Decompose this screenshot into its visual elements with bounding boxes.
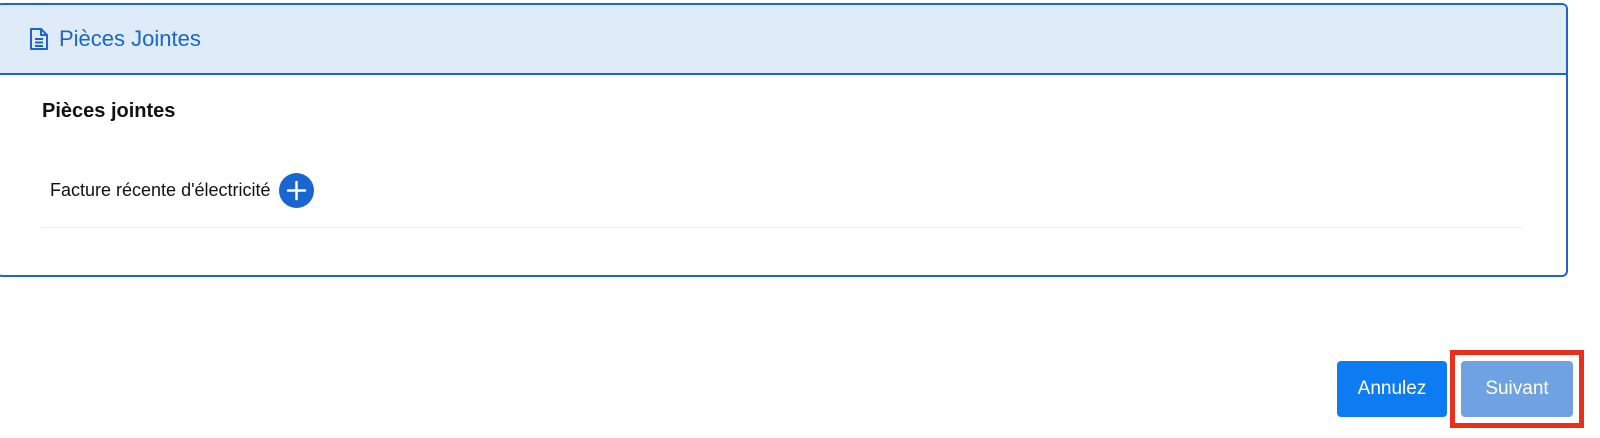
- attachments-card: Pièces Jointes Pièces jointes Facture ré…: [0, 3, 1568, 277]
- card-body: Pièces jointes Facture récente d'électri…: [0, 75, 1566, 275]
- add-attachment-button[interactable]: [278, 173, 314, 208]
- card-header: Pièces Jointes: [0, 5, 1566, 75]
- row-divider: [42, 227, 1522, 228]
- attachment-row: Facture récente d'électricité: [50, 173, 314, 208]
- plus-circle-icon: [286, 180, 306, 201]
- cancel-button[interactable]: Annulez: [1337, 361, 1447, 417]
- section-title: Pièces jointes: [42, 100, 176, 122]
- next-button[interactable]: Suivant: [1461, 361, 1573, 417]
- file-text-icon: [29, 27, 49, 51]
- card-title: Pièces Jointes: [59, 26, 201, 51]
- attachment-label: Facture récente d'électricité: [50, 180, 271, 200]
